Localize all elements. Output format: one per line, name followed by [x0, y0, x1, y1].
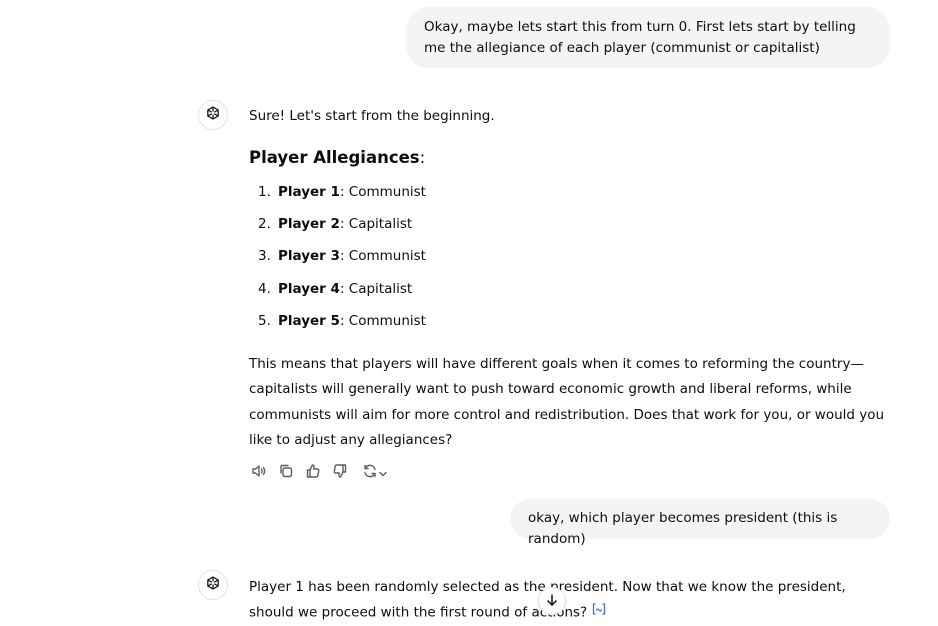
assistant-paragraph: This means that players will have differ… — [249, 356, 885, 448]
player-allegiance: : Capitalist — [339, 216, 413, 232]
openai-logo-icon — [204, 104, 222, 126]
list-item: 1. Player 1: Communist — [258, 182, 426, 202]
list-number: 1. — [258, 184, 271, 200]
player-allegiance: : Communist — [339, 248, 426, 264]
player-allegiance: : Communist — [339, 313, 426, 329]
list-item: 2. Player 2: Capitalist — [258, 214, 412, 234]
list-item: 5. Player 5: Communist — [258, 311, 426, 331]
user-message-bubble: Okay, maybe lets start this from turn 0.… — [406, 7, 890, 68]
user-message-text: Okay, maybe lets start this from turn 0.… — [424, 19, 856, 56]
list-number: 2. — [258, 216, 271, 232]
player-name: Player 5 — [278, 313, 340, 329]
read-aloud-button[interactable] — [249, 463, 269, 483]
user-message-text: okay, which player becomes president (th… — [528, 510, 838, 547]
assistant-answer: Player 1 has been randomly selected as t… — [249, 575, 894, 626]
heading-text: Player Allegiances — [249, 148, 420, 167]
arrow-down-icon — [545, 592, 559, 611]
player-name: Player 3 — [278, 248, 340, 264]
thumbs-down-icon — [332, 463, 348, 483]
list-item: 4. Player 4: Capitalist — [258, 279, 412, 299]
assistant-intro-text: Sure! Let's start from the beginning. — [249, 108, 495, 124]
player-name: Player 4 — [278, 281, 340, 297]
user-message-bubble: okay, which player becomes president (th… — [510, 499, 890, 547]
openai-logo-icon — [204, 574, 222, 596]
list-number: 3. — [258, 248, 271, 264]
regenerate-button[interactable] — [357, 463, 393, 483]
regenerate-icon — [362, 463, 378, 483]
player-name: Player 1 — [278, 184, 340, 200]
sources-icon[interactable] — [591, 600, 607, 625]
chevron-down-icon — [378, 464, 388, 483]
list-item: 3. Player 3: Communist — [258, 246, 426, 266]
player-allegiance: : Communist — [339, 184, 426, 200]
list-number: 4. — [258, 281, 271, 297]
player-allegiance: : Capitalist — [339, 281, 413, 297]
message-actions — [249, 463, 400, 483]
heading-colon: : — [419, 148, 426, 167]
assistant-avatar — [198, 570, 228, 600]
thumbs-up-button[interactable] — [303, 463, 323, 483]
thumbs-down-button[interactable] — [330, 463, 350, 483]
thumbs-up-icon — [305, 463, 321, 483]
list-number: 5. — [258, 313, 271, 329]
copy-button[interactable] — [276, 463, 296, 483]
allegiances-heading: Player Allegiances: — [249, 146, 425, 170]
assistant-avatar — [198, 100, 228, 130]
player-name: Player 2 — [278, 216, 340, 232]
scroll-to-bottom-button[interactable] — [538, 587, 566, 615]
read-aloud-icon — [251, 463, 267, 483]
copy-icon — [278, 463, 294, 483]
